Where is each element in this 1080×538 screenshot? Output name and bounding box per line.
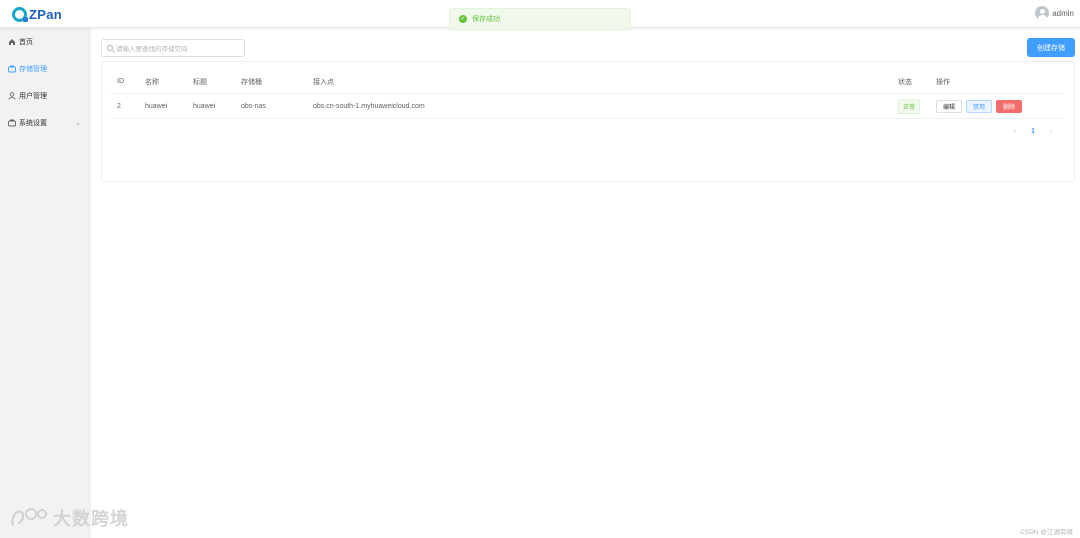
toast-message: 保存成功 [472,16,500,23]
storage-icon [7,64,16,73]
settings-icon [7,118,16,127]
prev-page-button[interactable]: ‹ [1006,128,1024,135]
storage-table-card: ID 名称 标题 存储桶 接入点 状态 操作 2 huawei huawei o… [101,61,1075,182]
status-cell: 正常 [898,94,921,119]
sidebar-item-label: 系统设置 [19,119,47,127]
column-header-status: 状态 [898,78,912,86]
zpan-logo-icon [12,6,28,22]
cell-name: huawei [145,103,168,110]
success-toast: ✓ 保存成功 [449,8,631,30]
table-header: ID 名称 标题 存储桶 接入点 状态 操作 [111,69,1064,94]
column-header-bucket: 存储桶 [241,78,262,86]
user-icon [7,91,16,100]
home-icon [7,37,16,46]
username[interactable]: admin [1052,9,1074,18]
next-page-button[interactable]: › [1042,128,1060,135]
check-circle-icon: ✓ [459,15,467,23]
sidebar-item-label: 首页 [19,38,33,46]
edit-button[interactable]: 编辑 [936,100,963,113]
avatar[interactable] [1035,6,1050,20]
cell-endpoint: obs.cn-south-1.myhuaweicloud.com [313,103,425,110]
actions-cell: 编辑 禁用 删除 [936,94,1026,119]
sidebar-item-storage[interactable]: 存储管理 [0,55,91,82]
status-badge: 正常 [898,99,921,114]
sidebar: 首页 存储管理 用户管理 系统设置 ⌄ [0,28,91,538]
create-storage-button[interactable]: 创建存储 [1027,38,1075,57]
sidebar-item-home[interactable]: 首页 [0,28,91,55]
search-icon [107,45,113,51]
watermark: 大数跨境 [9,505,129,531]
cell-id: 2 [117,103,121,110]
credit-text: CSDN @江湖有缘 [1020,529,1073,536]
cell-bucket: obs-nas [241,103,266,110]
current-page[interactable]: 1 [1024,128,1042,135]
column-header-name: 名称 [145,78,159,86]
table-row: 2 huawei huawei obs-nas obs.cn-south-1.m… [111,94,1064,119]
sidebar-item-label: 用户管理 [19,92,47,100]
disable-button[interactable]: 禁用 [966,100,993,113]
column-header-actions: 操作 [936,78,950,86]
cell-title: huawei [193,103,216,110]
column-header-id: ID [117,78,124,85]
app-logo[interactable]: ZPan [12,5,62,23]
watermark-text: 大数跨境 [53,509,129,529]
sidebar-item-settings[interactable]: 系统设置 ⌄ [0,109,91,136]
search-placeholder: 请输入要查找的存储空间 [116,46,188,53]
chevron-down-icon[interactable]: ⌄ [75,119,81,127]
delete-button[interactable]: 删除 [996,100,1023,113]
app-name: ZPan [29,6,62,22]
sidebar-item-users[interactable]: 用户管理 [0,82,91,109]
column-header-title: 标题 [193,78,207,86]
column-header-endpoint: 接入点 [313,78,334,86]
user-menu[interactable]: admin [1035,6,1074,20]
sidebar-item-label: 存储管理 [19,65,47,73]
main-content: 请输入要查找的存储空间 创建存储 ID 名称 标题 存储桶 接入点 状态 操作 … [91,28,1080,538]
watermark-logo-icon [11,508,47,527]
pagination: ‹ 1 › [1006,128,1060,135]
search-input[interactable]: 请输入要查找的存储空间 [101,39,245,57]
